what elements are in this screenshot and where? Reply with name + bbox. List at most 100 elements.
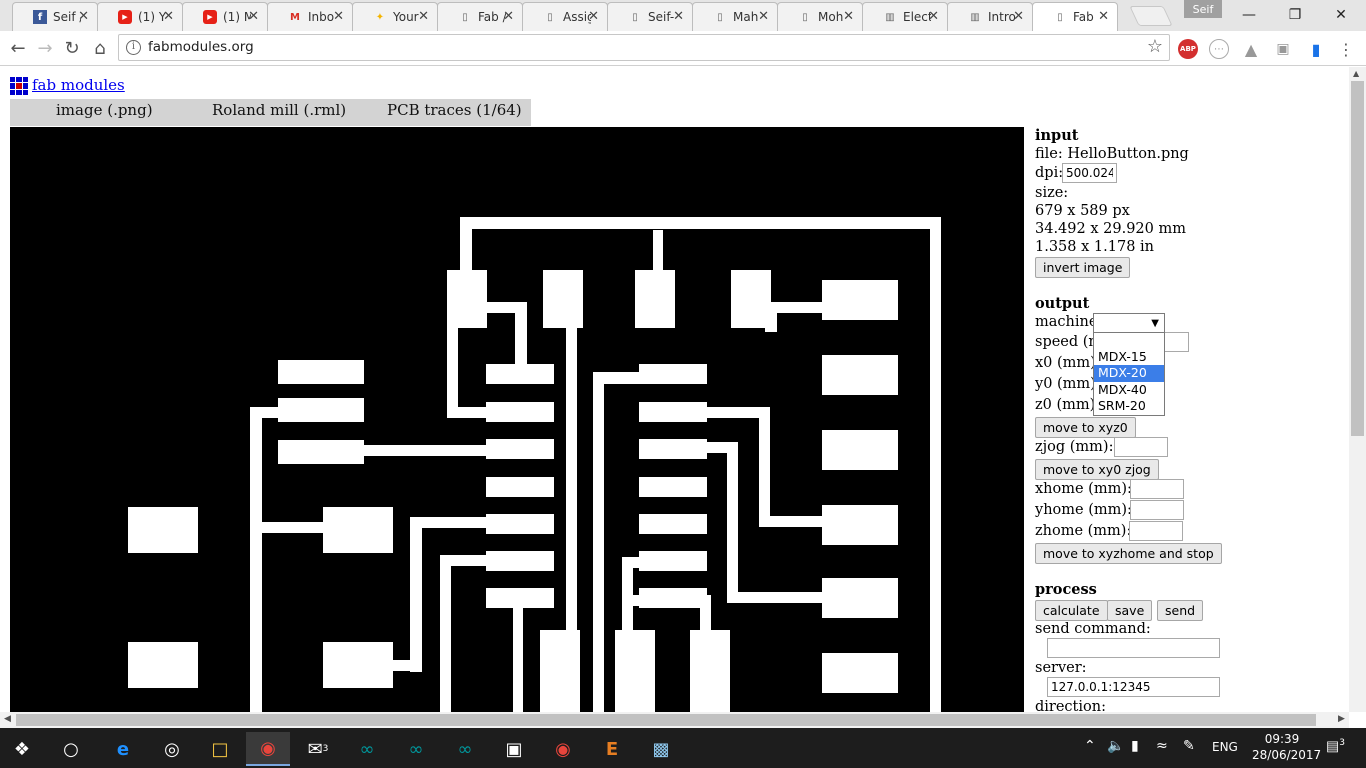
save-button[interactable]: save [1107, 600, 1153, 621]
zhome-field[interactable] [1129, 521, 1183, 541]
address-bar[interactable]: i fabmodules.org ☆ [118, 34, 1170, 61]
drive-icon[interactable]: ▲ [1241, 39, 1261, 59]
browser-tab[interactable]: ▶ (1) M ✕ [182, 2, 268, 31]
reload-icon[interactable]: ↻ [60, 37, 84, 61]
server-field[interactable] [1047, 677, 1220, 697]
forward-icon[interactable]: → [33, 37, 57, 61]
speed-field[interactable] [1163, 332, 1189, 352]
tab-close-icon[interactable]: ✕ [78, 9, 89, 24]
browser-tab[interactable]: ▶ (1) Y ✕ [97, 2, 183, 31]
address-url[interactable]: fabmodules.org [148, 39, 254, 55]
move-to-xyz0-button[interactable]: move to xyz0 [1035, 417, 1136, 438]
battery-icon[interactable]: ▮ [1131, 738, 1139, 754]
tray-chevron-icon[interactable]: ⌃ [1084, 738, 1096, 754]
tab-close-icon[interactable]: ✕ [758, 9, 769, 24]
tab-close-icon[interactable]: ✕ [248, 9, 259, 24]
browser-tab[interactable]: ▯ Mah ✕ [692, 2, 778, 31]
chrome-icon-2[interactable]: ◉ [541, 732, 585, 766]
maximize-icon[interactable]: ❐ [1272, 4, 1318, 26]
wifi-icon[interactable]: ≈ [1156, 738, 1168, 754]
tab-close-icon[interactable]: ✕ [163, 9, 174, 24]
tab-close-icon[interactable]: ✕ [843, 9, 854, 24]
tab-roland-mill[interactable]: Roland mill (.rml) [212, 101, 346, 119]
app-window-icon[interactable]: ▣ [492, 732, 536, 766]
browser-tab[interactable]: ▯ Fab ✕ [1032, 2, 1118, 31]
notifications-icon[interactable]: ▤3 [1326, 738, 1345, 755]
xhome-field[interactable] [1130, 479, 1184, 499]
home-icon[interactable]: ⌂ [88, 37, 112, 61]
arduino-icon-2[interactable]: ∞ [394, 732, 438, 766]
tab-close-icon[interactable]: ✕ [588, 9, 599, 24]
browser-tab[interactable]: f Seif / ✕ [12, 2, 98, 31]
tab-image-png[interactable]: image (.png) [56, 101, 153, 119]
machine-option-mdx40[interactable]: MDX-40 [1094, 382, 1164, 398]
tab-close-icon[interactable]: ✕ [673, 9, 684, 24]
browser-tab[interactable]: ▥ Elect ✕ [862, 2, 948, 31]
scroll-left-icon[interactable]: ◀ [4, 714, 11, 724]
machine-option-blank[interactable] [1094, 333, 1164, 349]
menu-icon[interactable]: ⋮ [1336, 39, 1356, 59]
browser-tab[interactable]: ▯ Seif- ✕ [607, 2, 693, 31]
extension-icon[interactable]: ⋯ [1209, 39, 1229, 59]
dpi-field[interactable] [1062, 163, 1117, 183]
mail-icon[interactable]: ✉ 3 [296, 732, 340, 766]
tab-close-icon[interactable]: ✕ [928, 9, 939, 24]
vertical-scrollbar[interactable]: ▲ [1349, 67, 1366, 712]
send-button[interactable]: send [1157, 600, 1204, 621]
language-indicator[interactable]: ENG [1212, 740, 1238, 754]
tab-close-icon[interactable]: ✕ [418, 9, 429, 24]
close-window-icon[interactable]: ✕ [1318, 4, 1364, 26]
adblock-icon[interactable]: ABP [1178, 39, 1198, 59]
app-icon[interactable]: ▩ [639, 732, 683, 766]
browser-tab[interactable]: ▯ Fab / ✕ [437, 2, 523, 31]
tab-close-icon[interactable]: ✕ [333, 9, 344, 24]
bookmark-extension-icon[interactable]: ▮ [1306, 39, 1326, 59]
machine-option-mdx20[interactable]: MDX-20 [1094, 365, 1164, 382]
tab-pcb-traces[interactable]: PCB traces (1/64) [387, 101, 522, 119]
browser-tab[interactable]: ▯ Moh ✕ [777, 2, 863, 31]
scroll-up-icon[interactable]: ▲ [1353, 69, 1359, 78]
arduino-icon[interactable]: ∞ [345, 732, 389, 766]
chrome-taskbar-icon[interactable]: ◉ [246, 732, 290, 766]
minimize-icon[interactable]: — [1226, 4, 1272, 26]
zjog-field[interactable] [1114, 437, 1168, 457]
tab-close-icon[interactable]: ✕ [1013, 9, 1024, 24]
file-explorer-icon[interactable]: □ [198, 732, 242, 766]
move-to-xyzhome-button[interactable]: move to xyzhome and stop [1035, 543, 1222, 564]
back-icon[interactable]: ← [6, 37, 30, 61]
move-to-xy0-zjog-button[interactable]: move to xy0 zjog [1035, 459, 1159, 480]
tab-close-icon[interactable]: ✕ [1098, 9, 1109, 24]
document-icon: ▯ [632, 11, 638, 23]
yhome-field[interactable] [1130, 500, 1184, 520]
groove-icon[interactable]: ◎ [150, 732, 194, 766]
browser-tab[interactable]: ✦ Your ✕ [352, 2, 438, 31]
edge-icon[interactable]: e [101, 732, 145, 766]
info-icon[interactable]: i [126, 40, 141, 55]
machine-select[interactable]: ▼ [1093, 313, 1165, 333]
pen-icon[interactable]: ✎ [1183, 738, 1195, 754]
horizontal-scrollbar[interactable]: ◀ ▶ [0, 712, 1349, 728]
bookmark-star-icon[interactable]: ☆ [1147, 36, 1163, 57]
fab-modules-link[interactable]: fab modules [32, 76, 125, 94]
vertical-scroll-thumb[interactable] [1351, 81, 1364, 436]
profile-button[interactable]: Seif [1184, 0, 1222, 18]
invert-image-button[interactable]: invert image [1035, 257, 1131, 278]
windows-start-icon[interactable]: ❖ [0, 732, 44, 766]
arduino-icon-3[interactable]: ∞ [443, 732, 487, 766]
eagle-icon[interactable]: E [590, 732, 634, 766]
browser-tab[interactable]: ▯ Assig ✕ [522, 2, 608, 31]
machine-option-mdx15[interactable]: MDX-15 [1094, 349, 1164, 365]
send-command-field[interactable] [1047, 638, 1220, 658]
calculate-button[interactable]: calculate [1035, 600, 1108, 621]
cast-icon[interactable]: ▣ [1273, 39, 1293, 59]
scroll-right-icon[interactable]: ▶ [1338, 714, 1345, 724]
machine-option-srm20[interactable]: SRM-20 [1094, 398, 1164, 414]
browser-tab[interactable]: M Inbo ✕ [267, 2, 353, 31]
clock[interactable]: 09:39 28/06/2017 [1252, 731, 1321, 763]
cortana-search-icon[interactable]: ○ [49, 732, 93, 766]
tab-close-icon[interactable]: ✕ [503, 9, 514, 24]
new-tab-button[interactable] [1129, 6, 1173, 26]
volume-icon[interactable]: 🔈 [1107, 738, 1124, 754]
horizontal-scroll-thumb[interactable] [16, 714, 1316, 726]
browser-tab[interactable]: ▥ Intro ✕ [947, 2, 1033, 31]
